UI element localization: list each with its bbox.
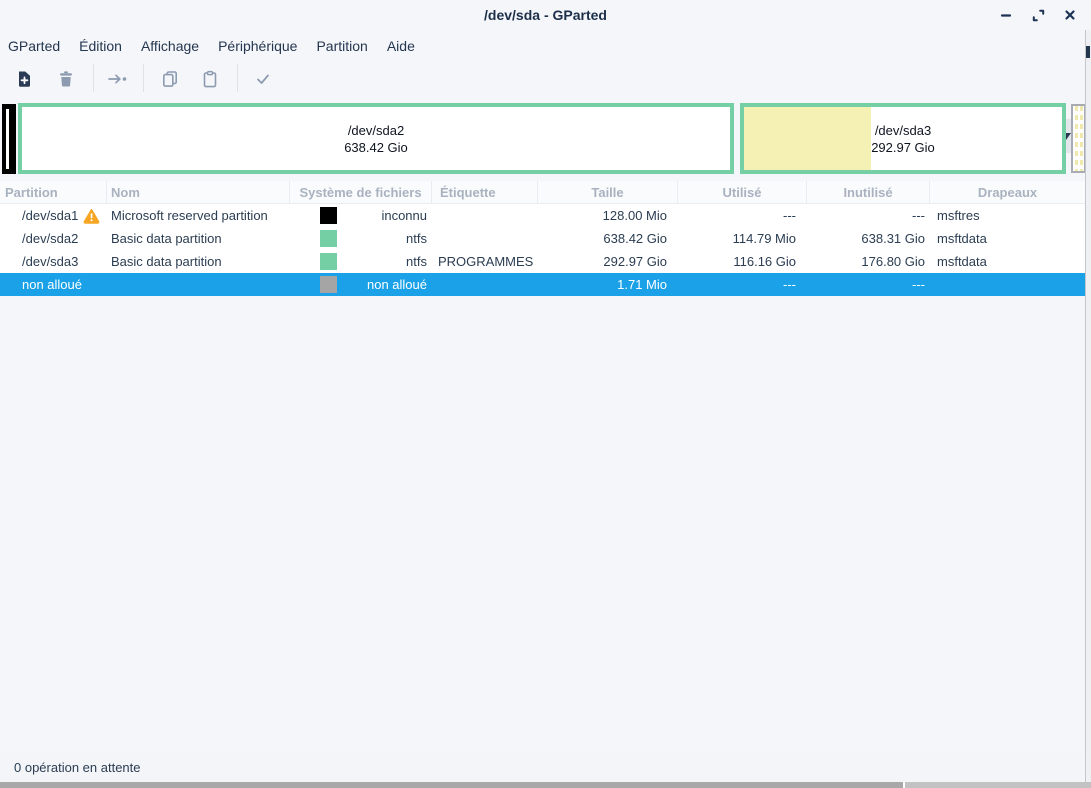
- filesystem-color-swatch: [320, 253, 337, 270]
- disk-block-device: /dev/sda3: [744, 122, 1062, 139]
- used-value: 114.79 Mio: [678, 227, 807, 250]
- flags-value: [930, 273, 1085, 296]
- menu-peripherique[interactable]: Périphérique: [218, 35, 306, 57]
- partition-name: /dev/sda3: [22, 250, 78, 273]
- bottom-edge-strip: [0, 782, 1091, 788]
- filesystem-name: non alloué: [367, 277, 427, 292]
- new-partition-icon: [14, 69, 34, 89]
- disk-block-sda2[interactable]: /dev/sda2 638.42 Gio: [18, 103, 734, 174]
- header-drapeaux[interactable]: Drapeaux: [930, 181, 1085, 203]
- disk-block-sda3[interactable]: /dev/sda3 292.97 Gio: [740, 103, 1066, 174]
- menu-partition[interactable]: Partition: [316, 35, 376, 57]
- filesystem-color-swatch: [320, 276, 337, 293]
- size-value: 1.71 Mio: [538, 273, 678, 296]
- menu-affichage[interactable]: Affichage: [141, 35, 208, 57]
- close-icon: [1063, 8, 1077, 22]
- new-partition-button[interactable]: [11, 66, 37, 92]
- partition-label: Basic data partition: [107, 250, 290, 273]
- unused-value: 638.31 Gio: [807, 227, 930, 250]
- flags-value: msftdata: [930, 250, 1085, 273]
- flags-value: msftres: [930, 204, 1085, 227]
- header-utilise[interactable]: Utilisé: [678, 181, 807, 203]
- warning-icon: [83, 208, 100, 224]
- menu-aide[interactable]: Aide: [387, 35, 424, 57]
- header-nom[interactable]: Nom: [107, 181, 290, 203]
- partition-name: non alloué: [22, 273, 82, 296]
- minimize-button[interactable]: [994, 4, 1018, 26]
- unused-value: 176.80 Gio: [807, 250, 930, 273]
- toolbar-separator: [237, 64, 238, 92]
- header-systeme-de-fichiers[interactable]: Système de fichiers: [290, 181, 432, 203]
- disk-block-size: 638.42 Gio: [22, 139, 730, 156]
- partition-label: Microsoft reserved partition: [107, 204, 290, 227]
- flags-value: msftdata: [930, 227, 1085, 250]
- apply-button[interactable]: [250, 66, 276, 92]
- disk-visual-bar: /dev/sda2 638.42 Gio /dev/sda3 292.97 Gi…: [0, 103, 1091, 174]
- table-row-sda3[interactable]: /dev/sda3 Basic data partition ntfs PROG…: [0, 250, 1085, 273]
- used-value: 116.16 Gio: [678, 250, 807, 273]
- toolbar-separator: [93, 64, 94, 92]
- disk-block-sda1-interior: [6, 109, 9, 169]
- partition-label: [107, 273, 290, 296]
- status-bar: 0 opération en attente: [0, 752, 1091, 782]
- unused-value: ---: [807, 273, 930, 296]
- resize-move-button[interactable]: [105, 66, 131, 92]
- partition-name: /dev/sda2: [22, 227, 78, 250]
- disk-block-sda1[interactable]: [2, 104, 16, 174]
- resize-move-icon: [106, 69, 130, 89]
- delete-partition-button[interactable]: [53, 66, 79, 92]
- filesystem-name: ntfs: [406, 254, 427, 269]
- size-value: 292.97 Gio: [538, 250, 678, 273]
- partition-name: /dev/sda1: [22, 204, 78, 227]
- filesystem-color-swatch: [320, 207, 337, 224]
- toolbar: /dev/sda (931.51 Gio): [0, 58, 1091, 100]
- table-row-sda1[interactable]: /dev/sda1 Microsoft reserved partition i…: [0, 204, 1085, 227]
- copy-icon: [160, 69, 180, 89]
- apply-icon: [253, 69, 273, 89]
- gparted-window: /dev/sda - GParted GParted Édition Affic…: [0, 0, 1091, 788]
- paste-icon: [200, 69, 220, 89]
- toolbar-separator: [143, 64, 144, 92]
- used-value: ---: [678, 273, 807, 296]
- table-row-sda2[interactable]: /dev/sda2 Basic data partition ntfs 638.…: [0, 227, 1085, 250]
- close-button[interactable]: [1058, 4, 1082, 26]
- table-header-row: Partition Nom Système de fichiers Étique…: [0, 181, 1085, 204]
- delete-icon: [56, 69, 76, 89]
- minimize-icon: [999, 8, 1013, 22]
- copy-button[interactable]: [157, 66, 183, 92]
- table-row-unallocated[interactable]: non alloué non alloué 1.71 Mio --- ---: [0, 273, 1085, 296]
- right-edge-line: [1085, 30, 1086, 782]
- menu-bar: GParted Édition Affichage Périphérique P…: [0, 33, 434, 58]
- pending-operations-text: 0 opération en attente: [14, 760, 141, 775]
- volume-label: PROGRAMMES: [432, 250, 538, 273]
- right-edge-tick: [1086, 46, 1090, 58]
- maximize-button[interactable]: [1026, 4, 1050, 26]
- maximize-icon: [1031, 8, 1046, 23]
- disk-block-device: /dev/sda2: [22, 122, 730, 139]
- menu-edition[interactable]: Édition: [79, 35, 131, 57]
- menu-gparted[interactable]: GParted: [8, 35, 69, 57]
- volume-label: [432, 227, 538, 250]
- volume-label: [432, 204, 538, 227]
- header-partition[interactable]: Partition: [0, 181, 107, 203]
- title-bar: /dev/sda - GParted: [0, 0, 1091, 30]
- header-taille[interactable]: Taille: [538, 181, 678, 203]
- header-inutilise[interactable]: Inutilisé: [807, 181, 930, 203]
- unused-value: ---: [807, 204, 930, 227]
- window-title: /dev/sda - GParted: [0, 7, 1091, 23]
- disk-block-unallocated[interactable]: [1071, 104, 1086, 173]
- disk-block-size: 292.97 Gio: [744, 139, 1062, 156]
- header-etiquette[interactable]: Étiquette: [432, 181, 538, 203]
- volume-label: [432, 273, 538, 296]
- size-value: 128.00 Mio: [538, 204, 678, 227]
- filesystem-name: ntfs: [406, 231, 427, 246]
- size-value: 638.42 Gio: [538, 227, 678, 250]
- filesystem-color-swatch: [320, 230, 337, 247]
- right-edge-area: [1086, 30, 1091, 782]
- partition-table: Partition Nom Système de fichiers Étique…: [0, 181, 1085, 296]
- filesystem-name: inconnu: [381, 208, 427, 223]
- partition-label: Basic data partition: [107, 227, 290, 250]
- paste-button[interactable]: [197, 66, 223, 92]
- used-value: ---: [678, 204, 807, 227]
